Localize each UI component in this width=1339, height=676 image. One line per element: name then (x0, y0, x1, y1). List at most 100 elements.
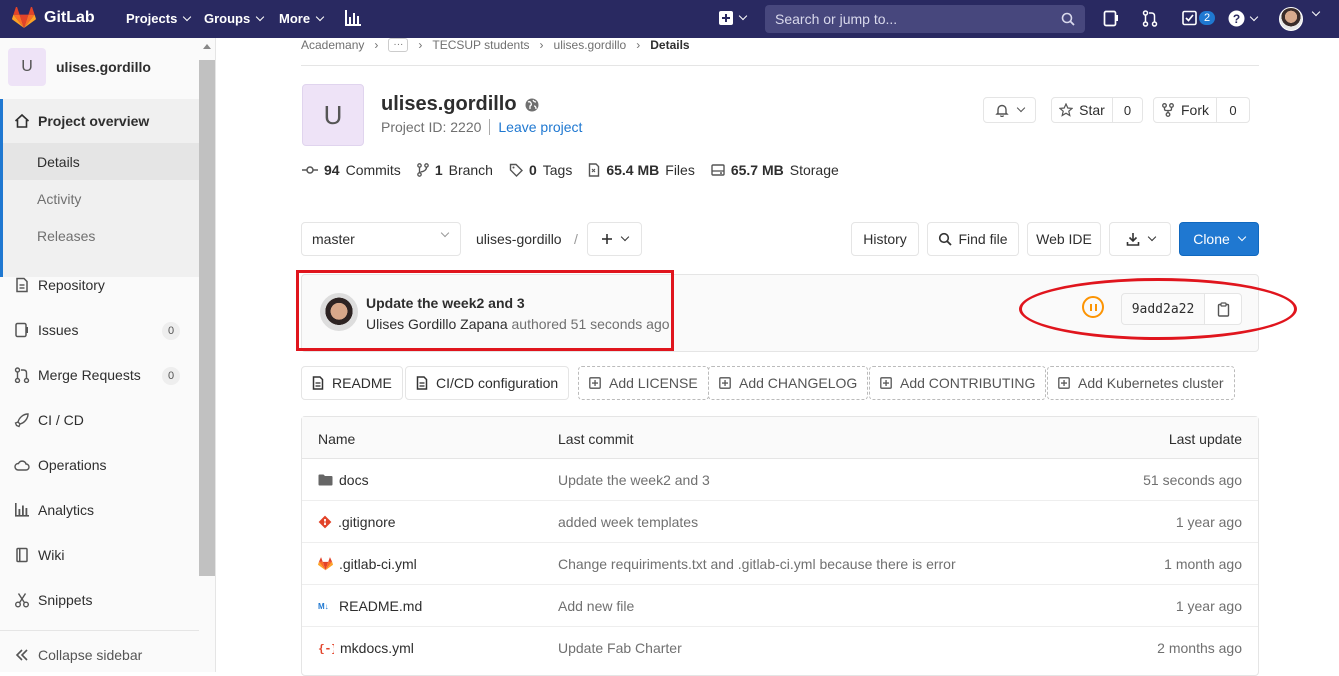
activity-chart-icon[interactable] (344, 10, 362, 27)
todo-check-icon (1182, 10, 1197, 26)
column-header-name: Name (318, 431, 356, 447)
issues-icon[interactable] (1103, 10, 1119, 27)
chart-icon (15, 503, 29, 517)
sidebar-item-releases[interactable]: Releases (37, 228, 95, 244)
todo-count-badge: 2 (1199, 11, 1216, 25)
branch-select-value: master (312, 231, 355, 247)
add-changelog-button[interactable]: Add CHANGELOG (708, 366, 869, 400)
doc-icon (16, 277, 28, 293)
table-row[interactable]: M↓ README.md Add new file 1 year ago (302, 585, 1258, 627)
file-name: docs (339, 472, 369, 488)
file-name-link[interactable]: M↓ README.md (318, 598, 422, 614)
sidebar-item-ci-cd[interactable]: CI / CD (14, 412, 84, 428)
file-name-link[interactable]: docs (318, 472, 369, 488)
find-file-button[interactable]: Find file (927, 222, 1019, 256)
commit-message-link[interactable]: Update Fab Charter (558, 640, 682, 656)
breadcrumb-more-button[interactable]: ··· (388, 38, 409, 52)
nav-projects[interactable]: Projects (126, 11, 192, 26)
chevron-down-icon[interactable] (1311, 7, 1321, 17)
sidebar-project-header[interactable]: U ulises.gordillo (8, 48, 151, 86)
file-name-link[interactable]: .gitlab-ci.yml (318, 556, 417, 572)
markdown-icon: M↓ (318, 602, 329, 611)
sidebar-item-merge-requests[interactable]: Merge Requests (14, 367, 141, 383)
sidebar-item-activity[interactable]: Activity (37, 191, 81, 207)
files-stat[interactable]: 65.4 MB Files (588, 162, 695, 178)
storage-size: 65.7 MB (730, 162, 784, 178)
gitlab-logo[interactable]: GitLab (12, 7, 95, 29)
ci-cd-configuration-button[interactable]: CI/CD configuration (405, 366, 570, 400)
readme-button[interactable]: README (301, 366, 403, 400)
sidebar-item-analytics[interactable]: Analytics (14, 502, 94, 518)
star-button[interactable]: Star (1051, 97, 1113, 123)
sidebar-item-operations[interactable]: Operations (14, 457, 106, 473)
sidebar-item-repository[interactable]: Repository (14, 277, 105, 293)
nav-groups[interactable]: Groups (204, 11, 265, 26)
add-kubernetes-cluster-button[interactable]: Add Kubernetes cluster (1047, 366, 1235, 400)
issues-count-badge: 0 (162, 322, 180, 340)
history-button[interactable]: History (851, 222, 919, 256)
breadcrumb-subgroup[interactable]: TECSUP students (432, 38, 529, 52)
branch-stat[interactable]: 1 Branch (416, 162, 493, 178)
merge-requests-count-badge: 0 (162, 367, 180, 385)
sidebar-item-wiki[interactable]: Wiki (14, 547, 64, 563)
table-row[interactable]: docs Update the week2 and 3 51 seconds a… (302, 459, 1258, 501)
sidebar-project-name: ulises.gordillo (56, 59, 151, 75)
commit-message-link[interactable]: Update the week2 and 3 (558, 472, 710, 488)
add-license-button[interactable]: Add LICENSE (578, 366, 709, 400)
search-input[interactable]: Search or jump to... (765, 5, 1085, 33)
download-dropdown[interactable] (1109, 222, 1171, 256)
user-avatar[interactable] (1279, 7, 1303, 31)
storage-stat[interactable]: 65.7 MB Storage (711, 162, 839, 178)
breadcrumb-group[interactable]: Academany (301, 38, 364, 52)
sidebar-item-issues[interactable]: Issues (14, 322, 78, 338)
sidebar-scrollbar-thumb[interactable] (199, 60, 215, 576)
todos-button[interactable]: 2 (1182, 10, 1216, 26)
plus-square-icon (880, 377, 892, 389)
leave-project-link[interactable]: Leave project (498, 119, 582, 135)
branch-select[interactable]: master (301, 222, 461, 256)
file-name-link[interactable]: .gitignore (318, 514, 396, 530)
repo-path-root[interactable]: ulises-gordillo (476, 231, 562, 247)
tags-stat[interactable]: 0 Tags (509, 162, 572, 178)
commit-message-link[interactable]: Change requiriments.txt and .gitlab-ci.y… (558, 556, 956, 572)
breadcrumb-current: Details (650, 38, 690, 52)
table-row[interactable]: .gitlab-ci.yml Change requiriments.txt a… (302, 543, 1258, 585)
sidebar-item-label: Merge Requests (38, 367, 141, 383)
nav-more[interactable]: More (279, 11, 325, 26)
notification-dropdown[interactable] (983, 97, 1036, 123)
add-contributing-button[interactable]: Add CONTRIBUTING (869, 366, 1047, 400)
add-to-tree-dropdown[interactable] (587, 222, 642, 256)
collapse-sidebar-button[interactable]: Collapse sidebar (14, 647, 142, 663)
sidebar-item-details[interactable]: Details (37, 154, 80, 170)
commit-message-link[interactable]: Add new file (558, 598, 634, 614)
last-update-time: 51 seconds ago (1143, 472, 1242, 488)
shortcut-label: README (332, 375, 392, 391)
branch-count: 1 (434, 162, 443, 178)
web-ide-button[interactable]: Web IDE (1027, 222, 1101, 256)
commit-message-link[interactable]: added week templates (558, 514, 698, 530)
help-dropdown[interactable]: ? (1228, 10, 1259, 27)
scroll-up-arrow-icon[interactable] (203, 44, 211, 49)
plus-square-icon (719, 11, 733, 25)
sidebar-item-label: CI / CD (38, 412, 84, 428)
fork-count[interactable]: 0 (1217, 97, 1250, 123)
cloud-icon (14, 460, 30, 471)
sidebar-item-project-overview[interactable]: Project overview (14, 113, 149, 129)
table-row[interactable]: {-} mkdocs.yml Update Fab Charter 2 mont… (302, 627, 1258, 669)
branch-label: Branch (448, 162, 493, 178)
commit-icon (302, 166, 318, 174)
svg-text:?: ? (1233, 12, 1240, 26)
table-row[interactable]: .gitignore added week templates 1 year a… (302, 501, 1258, 543)
fork-button[interactable]: Fork (1153, 97, 1217, 123)
search-placeholder: Search or jump to... (775, 11, 898, 27)
new-dropdown[interactable] (718, 10, 748, 26)
commits-stat[interactable]: 94 Commits (302, 162, 401, 178)
file-name-link[interactable]: {-} mkdocs.yml (318, 640, 414, 656)
star-count[interactable]: 0 (1113, 97, 1143, 123)
sidebar-item-snippets[interactable]: Snippets (14, 592, 92, 608)
merge-request-icon[interactable] (1142, 10, 1158, 27)
breadcrumb-project[interactable]: ulises.gordillo (554, 38, 627, 52)
files-size: 65.4 MB (606, 162, 660, 178)
sidebar-item-label: Operations (38, 457, 107, 473)
clone-dropdown[interactable]: Clone (1179, 222, 1259, 256)
